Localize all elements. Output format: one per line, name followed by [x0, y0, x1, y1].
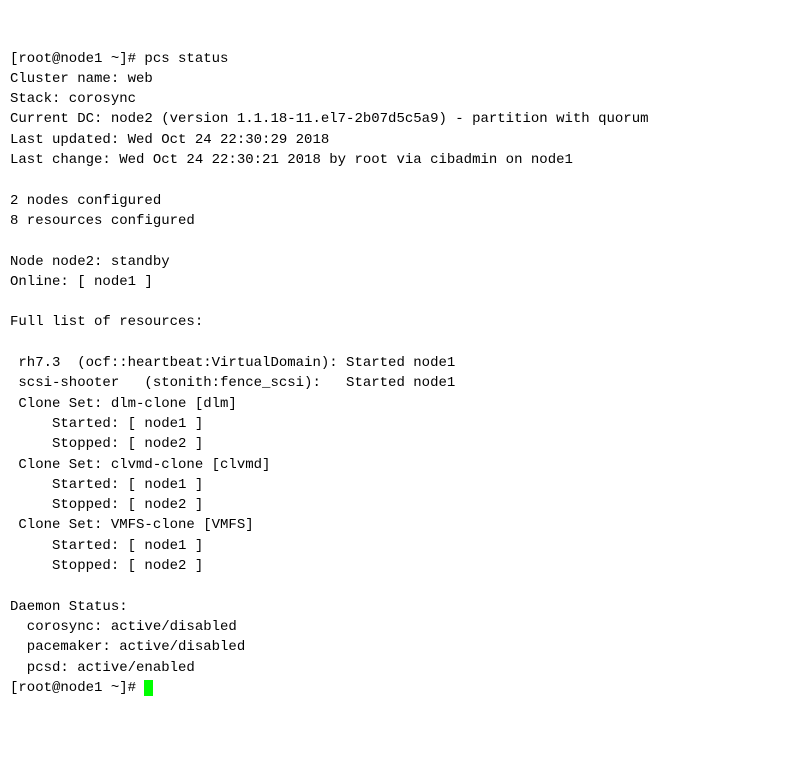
cluster-name-line: Cluster name: web [10, 69, 789, 89]
clvmd-stopped-line: Stopped: [ node2 ] [10, 495, 789, 515]
node-standby-line: Node node2: standby [10, 252, 789, 272]
daemon-status-line: Daemon Status: [10, 597, 789, 617]
current-dc-line: Current DC: node2 (version 1.1.18-11.el7… [10, 109, 789, 129]
vmfs-stopped-line: Stopped: [ node2 ] [10, 556, 789, 576]
clone-clvmd-line: Clone Set: clvmd-clone [clvmd] [10, 455, 789, 475]
dlm-stopped-line: Stopped: [ node2 ] [10, 434, 789, 454]
clone-vmfs-line: Clone Set: VMFS-clone [VMFS] [10, 515, 789, 535]
blank-line [10, 576, 789, 596]
resource-scsi-line: scsi-shooter (stonith:fence_scsi): Start… [10, 373, 789, 393]
blank-line [10, 333, 789, 353]
blank-line [10, 170, 789, 190]
terminal-output[interactable]: [root@node1 ~]# pcs statusCluster name: … [10, 49, 789, 699]
resource-rh73-line: rh7.3 (ocf::heartbeat:VirtualDomain): St… [10, 353, 789, 373]
blank-line [10, 231, 789, 251]
vmfs-started-line: Started: [ node1 ] [10, 536, 789, 556]
last-change-line: Last change: Wed Oct 24 22:30:21 2018 by… [10, 150, 789, 170]
resources-configured-line: 8 resources configured [10, 211, 789, 231]
command-text: pcs status [144, 51, 228, 67]
online-line: Online: [ node1 ] [10, 272, 789, 292]
stack-line: Stack: corosync [10, 89, 789, 109]
blank-line [10, 292, 789, 312]
prompt-line-1: [root@node1 ~]# pcs status [10, 49, 789, 69]
shell-prompt: [root@node1 ~]# [10, 51, 144, 67]
clone-dlm-line: Clone Set: dlm-clone [dlm] [10, 394, 789, 414]
last-updated-line: Last updated: Wed Oct 24 22:30:29 2018 [10, 130, 789, 150]
pacemaker-status-line: pacemaker: active/disabled [10, 637, 789, 657]
clvmd-started-line: Started: [ node1 ] [10, 475, 789, 495]
prompt-line-2: [root@node1 ~]# [10, 678, 789, 698]
nodes-configured-line: 2 nodes configured [10, 191, 789, 211]
dlm-started-line: Started: [ node1 ] [10, 414, 789, 434]
corosync-status-line: corosync: active/disabled [10, 617, 789, 637]
full-list-line: Full list of resources: [10, 312, 789, 332]
cursor-icon [144, 680, 153, 696]
pcsd-status-line: pcsd: active/enabled [10, 658, 789, 678]
shell-prompt: [root@node1 ~]# [10, 680, 144, 696]
